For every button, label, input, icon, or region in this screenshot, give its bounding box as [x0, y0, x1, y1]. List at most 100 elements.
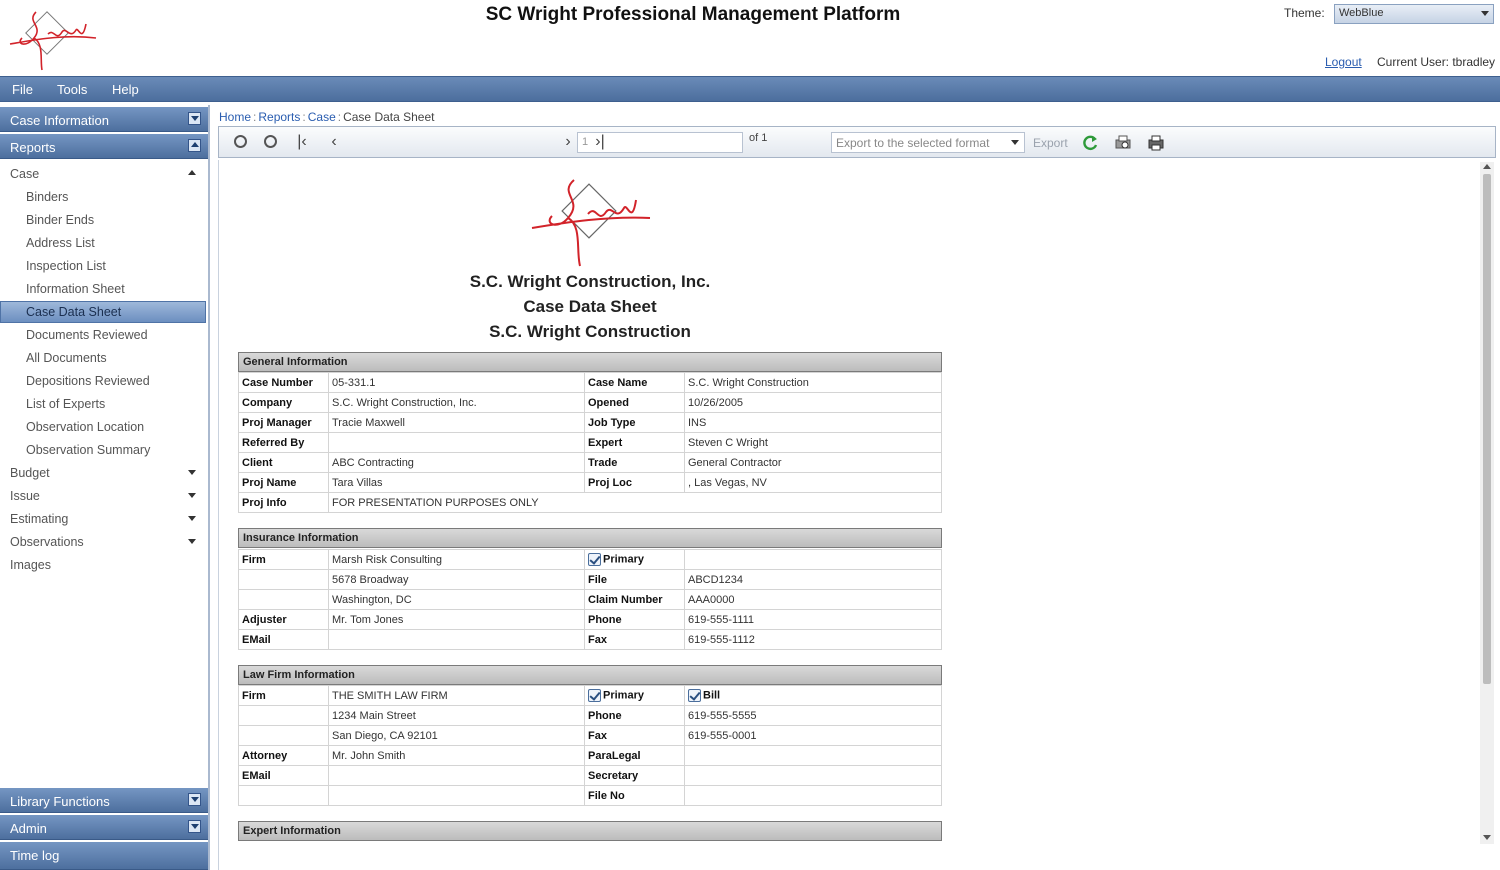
next-page-icon[interactable]: › — [559, 133, 577, 151]
tree-item-binder-ends[interactable]: Binder Ends — [0, 209, 206, 231]
field-label: Firm — [238, 549, 329, 570]
previous-page-icon[interactable]: ‹ — [325, 133, 343, 151]
panel-library-functions[interactable]: Library Functions — [0, 788, 208, 813]
checkbox-label: Primary — [603, 553, 644, 566]
refresh-icon[interactable] — [1081, 134, 1099, 152]
table-row: Firm Marsh Risk Consulting Primary — [238, 549, 942, 570]
menu-help[interactable]: Help — [112, 82, 139, 97]
field-label: Fax — [584, 629, 685, 650]
back-icon[interactable] — [234, 135, 247, 148]
tree-item-case[interactable]: Case — [0, 163, 206, 185]
field-label: Proj Loc — [584, 472, 685, 493]
tree-item-depositions-reviewed[interactable]: Depositions Reviewed — [0, 370, 206, 392]
expand-icon[interactable] — [188, 793, 201, 806]
tree-item-case-data-sheet[interactable]: Case Data Sheet — [0, 301, 206, 323]
checkbox-checked-icon[interactable] — [588, 689, 601, 702]
tree-item-observation-location[interactable]: Observation Location — [0, 416, 206, 438]
chevron-down-icon — [188, 539, 196, 544]
field-value: Steven C Wright — [684, 432, 942, 453]
expand-icon[interactable] — [188, 112, 201, 125]
breadcrumb-case[interactable]: Case — [308, 110, 336, 124]
breadcrumb-reports[interactable]: Reports — [258, 110, 300, 124]
checkbox-checked-icon[interactable] — [688, 689, 701, 702]
tree-item-budget[interactable]: Budget — [0, 462, 206, 484]
field-value: 5678 Broadway — [328, 569, 585, 590]
law-firm-information-table: Firm THE SMITH LAW FIRM Primary Bill 123… — [238, 685, 942, 806]
field-label: Job Type — [584, 412, 685, 433]
print-preview-icon[interactable] — [1114, 134, 1132, 152]
forward-icon[interactable] — [264, 135, 277, 148]
sidebar: Case Information Reports Case Binders Bi… — [0, 105, 210, 870]
scroll-down-icon[interactable] — [1483, 835, 1491, 840]
report-toolbar: |‹ ‹ 1 of 1 › ›| Export to the selected … — [218, 126, 1496, 158]
tree-item-address-list[interactable]: Address List — [0, 232, 206, 254]
menu-file[interactable]: File — [12, 82, 33, 97]
field-label: ParaLegal — [584, 745, 685, 766]
field-value — [328, 629, 585, 650]
tree-item-label: Issue — [10, 489, 40, 503]
table-row: Firm THE SMITH LAW FIRM Primary Bill — [238, 685, 942, 706]
primary-checkbox-cell: Primary — [584, 549, 685, 570]
tree-item-all-documents[interactable]: All Documents — [0, 347, 206, 369]
tree-item-binders[interactable]: Binders — [0, 186, 206, 208]
field-label: EMail — [238, 765, 329, 786]
bill-checkbox-cell: Bill — [684, 685, 942, 706]
last-page-icon[interactable]: ›| — [591, 133, 609, 151]
field-value: 10/26/2005 — [684, 392, 942, 413]
field-label: Adjuster — [238, 609, 329, 630]
tree-item-label: Documents Reviewed — [26, 328, 148, 342]
export-button[interactable]: Export — [1033, 136, 1068, 150]
panel-reports[interactable]: Reports — [0, 134, 208, 159]
collapse-icon[interactable] — [188, 139, 201, 152]
scroll-thumb[interactable] — [1483, 174, 1491, 684]
breadcrumb-home[interactable]: Home — [219, 110, 251, 124]
tree-item-information-sheet[interactable]: Information Sheet — [0, 278, 206, 300]
field-label — [238, 785, 329, 806]
field-label: Expert — [584, 432, 685, 453]
tree-item-label: Budget — [10, 466, 50, 480]
field-value — [684, 785, 942, 806]
field-label: Phone — [584, 609, 685, 630]
field-value: San Diego, CA 92101 — [328, 725, 585, 746]
first-page-icon[interactable]: |‹ — [293, 133, 311, 151]
expand-icon[interactable] — [188, 820, 201, 833]
field-value: THE SMITH LAW FIRM — [328, 685, 585, 706]
field-label: Secretary — [584, 765, 685, 786]
print-icon[interactable] — [1147, 134, 1165, 152]
field-value: S.C. Wright Construction, Inc. — [328, 392, 585, 413]
tree-item-observations[interactable]: Observations — [0, 531, 206, 553]
tree-item-estimating[interactable]: Estimating — [0, 508, 206, 530]
field-value: ABC Contracting — [328, 452, 585, 473]
field-label: Client — [238, 452, 329, 473]
table-row: Case Number 05-331.1 Case Name S.C. Wrig… — [238, 372, 942, 393]
tree-item-images[interactable]: Images — [0, 554, 206, 576]
report-scrollbar[interactable] — [1480, 162, 1494, 844]
panel-time-log[interactable]: Time log — [0, 842, 208, 870]
field-label: File — [584, 569, 685, 590]
menu-tools[interactable]: Tools — [57, 82, 87, 97]
scroll-up-icon[interactable] — [1483, 164, 1491, 169]
field-label: EMail — [238, 629, 329, 650]
theme-select[interactable]: WebBlue — [1334, 4, 1494, 24]
field-label: Trade — [584, 452, 685, 473]
tree-item-observation-summary[interactable]: Observation Summary — [0, 439, 206, 461]
export-format-select[interactable]: Export to the selected format — [831, 132, 1025, 153]
field-value — [328, 785, 585, 806]
logout-link[interactable]: Logout — [1325, 55, 1362, 69]
tree-item-issue[interactable]: Issue — [0, 485, 206, 507]
checkbox-checked-icon[interactable] — [588, 553, 601, 566]
panel-case-information[interactable]: Case Information — [0, 107, 208, 132]
tree-item-list-of-experts[interactable]: List of Experts — [0, 393, 206, 415]
insurance-information-table: Firm Marsh Risk Consulting Primary 5678 … — [238, 549, 942, 650]
table-row: File No — [238, 785, 942, 806]
panel-admin[interactable]: Admin — [0, 815, 208, 840]
tree-item-label: Case Data Sheet — [26, 305, 122, 319]
field-label: Proj Info — [238, 492, 329, 513]
field-label — [238, 725, 329, 746]
tree-item-inspection-list[interactable]: Inspection List — [0, 255, 206, 277]
tree-item-label: Binder Ends — [26, 213, 95, 227]
field-label: File No — [584, 785, 685, 806]
table-row: Proj Info FOR PRESENTATION PURPOSES ONLY — [238, 492, 942, 513]
app-header: SC Wright Professional Management Platfo… — [0, 0, 1500, 76]
tree-item-documents-reviewed[interactable]: Documents Reviewed — [0, 324, 206, 346]
